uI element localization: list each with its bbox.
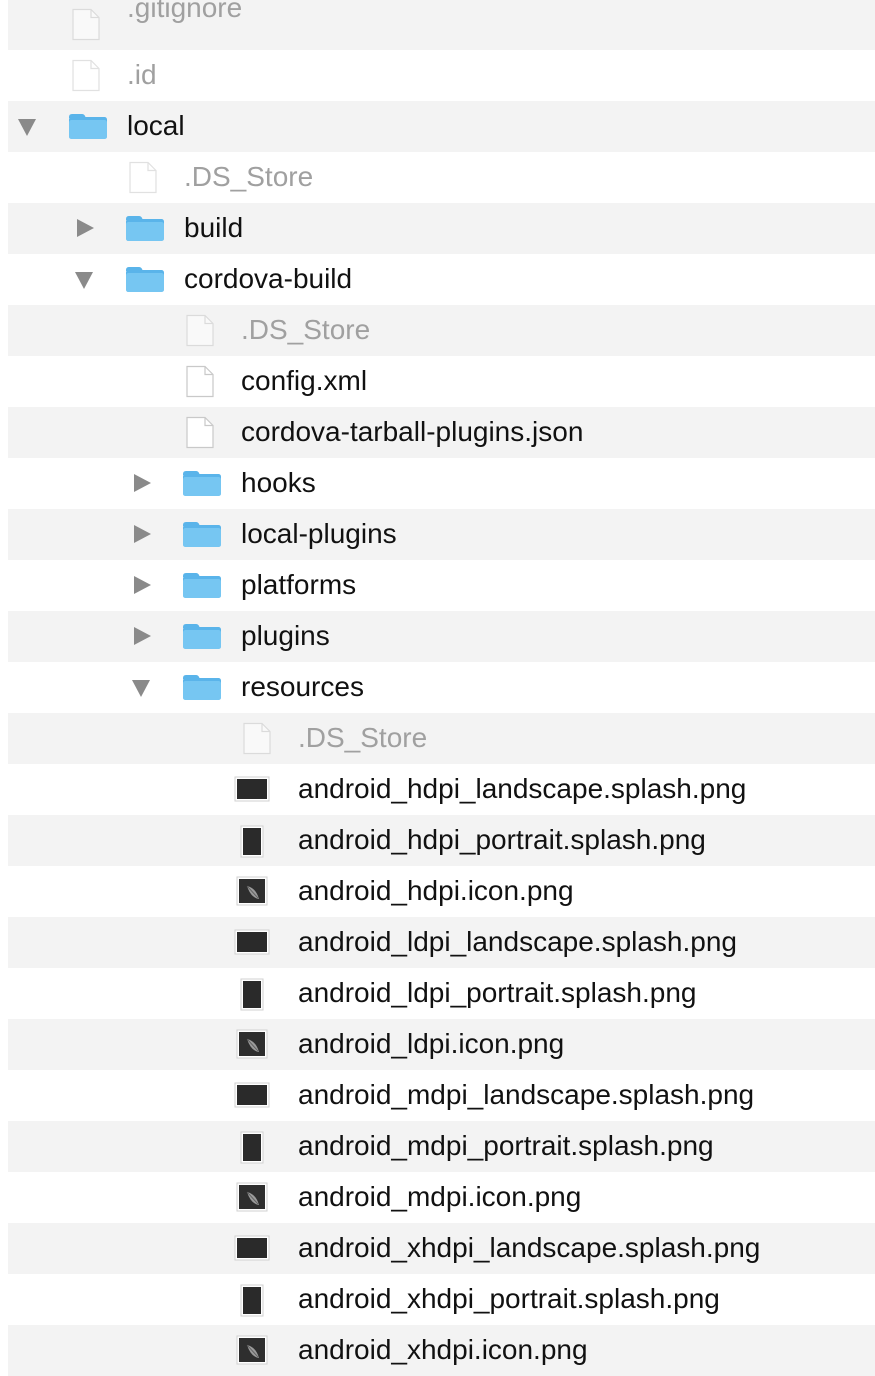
item-name-label: hooks	[241, 467, 316, 498]
image-thumbnail-icon	[234, 1335, 270, 1365]
document-icon	[185, 314, 215, 347]
file-row[interactable]: .DS_Store	[8, 152, 875, 203]
image-landscape-icon	[234, 1080, 270, 1110]
disclosure-collapsed-icon[interactable]	[77, 219, 94, 237]
item-name-label: platforms	[241, 569, 357, 600]
item-name-label: android_hdpi_landscape.splash.png	[298, 773, 747, 804]
document-icon	[71, 8, 101, 41]
document-icon	[242, 722, 272, 755]
item-name-label: .id	[127, 59, 157, 90]
disclosure-collapsed-icon[interactable]	[134, 576, 151, 594]
item-name-label: android_xhdpi_portrait.splash.png	[298, 1283, 720, 1314]
folder-icon	[182, 520, 222, 548]
file-row[interactable]: .DS_Store	[8, 305, 875, 356]
item-name-label: .DS_Store	[241, 314, 371, 345]
image-landscape-icon	[234, 774, 270, 804]
image-thumbnail-icon	[234, 1182, 270, 1212]
item-name-label: android_mdpi_landscape.splash.png	[298, 1079, 755, 1110]
file-row[interactable]: cordova-tarball-plugins.json	[8, 407, 875, 458]
folder-icon	[125, 214, 165, 242]
item-name-label: config.xml	[241, 365, 368, 396]
folder-row[interactable]: plugins	[8, 611, 875, 662]
image-landscape-icon	[234, 927, 270, 957]
document-icon	[185, 365, 215, 398]
image-thumbnail-icon	[234, 876, 270, 906]
file-row[interactable]: android_mdpi_landscape.splash.png	[8, 1070, 875, 1121]
item-name-label: local-plugins	[241, 518, 397, 549]
item-name-label: .DS_Store	[184, 161, 314, 192]
image-thumbnail-icon	[234, 1029, 270, 1059]
document-icon	[185, 416, 215, 449]
file-row[interactable]: android_mdpi_portrait.splash.png	[8, 1121, 875, 1172]
disclosure-expanded-icon[interactable]	[18, 119, 36, 136]
file-row[interactable]: config.xml	[8, 356, 875, 407]
item-name-label: resources	[241, 671, 364, 702]
item-name-label: build	[184, 212, 244, 243]
item-name-label: android_xhdpi_landscape.splash.png	[298, 1232, 761, 1263]
file-row[interactable]: android_mdpi.icon.png	[8, 1172, 875, 1223]
item-name-label: cordova-tarball-plugins.json	[241, 416, 584, 447]
file-row[interactable]: android_xhdpi_portrait.splash.png	[8, 1274, 875, 1325]
image-portrait-icon	[234, 825, 270, 858]
item-name-label: plugins	[241, 620, 330, 651]
image-portrait-icon	[234, 1131, 270, 1164]
disclosure-collapsed-icon[interactable]	[134, 474, 151, 492]
file-row[interactable]: android_xhdpi.icon.png	[8, 1325, 875, 1376]
folder-icon	[125, 265, 165, 293]
item-name-label: android_hdpi.icon.png	[298, 875, 574, 906]
document-icon	[71, 59, 101, 92]
folder-row[interactable]: build	[8, 203, 875, 254]
item-name-label: .DS_Store	[298, 722, 428, 753]
image-portrait-icon	[234, 978, 270, 1011]
folder-icon	[182, 673, 222, 701]
image-landscape-icon	[234, 1233, 270, 1263]
item-name-label: cordova-build	[184, 263, 353, 294]
folder-row[interactable]: local	[8, 101, 875, 152]
item-name-label: android_mdpi_portrait.splash.png	[298, 1130, 714, 1161]
folder-row[interactable]: local-plugins	[8, 509, 875, 560]
folder-icon	[182, 571, 222, 599]
disclosure-collapsed-icon[interactable]	[134, 525, 151, 543]
item-name-label: android_xhdpi.icon.png	[298, 1334, 588, 1365]
file-row[interactable]: android_ldpi.icon.png	[8, 1019, 875, 1070]
file-row[interactable]: android_ldpi_portrait.splash.png	[8, 968, 875, 1019]
folder-row[interactable]: resources	[8, 662, 875, 713]
disclosure-expanded-icon[interactable]	[75, 272, 93, 289]
folder-icon	[182, 622, 222, 650]
item-name-label: android_ldpi_portrait.splash.png	[298, 977, 697, 1008]
item-name-label: android_hdpi_portrait.splash.png	[298, 824, 706, 855]
item-name-label: .gitignore	[127, 0, 243, 23]
item-name-label: android_ldpi_landscape.splash.png	[298, 926, 738, 957]
file-row[interactable]: android_hdpi_portrait.splash.png	[8, 815, 875, 866]
file-row[interactable]: android_hdpi_landscape.splash.png	[8, 764, 875, 815]
item-name-label: android_ldpi.icon.png	[298, 1028, 565, 1059]
file-row[interactable]: .gitignore	[8, 0, 875, 50]
folder-row[interactable]: cordova-build	[8, 254, 875, 305]
folder-icon	[68, 112, 108, 140]
file-row[interactable]: android_xhdpi_landscape.splash.png	[8, 1223, 875, 1274]
folder-row[interactable]: platforms	[8, 560, 875, 611]
image-portrait-icon	[234, 1284, 270, 1317]
item-name-label: android_mdpi.icon.png	[298, 1181, 582, 1212]
file-row[interactable]: android_hdpi.icon.png	[8, 866, 875, 917]
document-icon	[128, 161, 158, 194]
file-tree[interactable]: .gitignore .id local .DS_Store build cor…	[8, 0, 875, 1376]
disclosure-expanded-icon[interactable]	[132, 680, 150, 697]
disclosure-collapsed-icon[interactable]	[134, 627, 151, 645]
file-row[interactable]: .id	[8, 50, 875, 101]
file-row[interactable]: android_ldpi_landscape.splash.png	[8, 917, 875, 968]
folder-row[interactable]: hooks	[8, 458, 875, 509]
file-row[interactable]: .DS_Store	[8, 713, 875, 764]
item-name-label: local	[127, 110, 185, 141]
folder-icon	[182, 469, 222, 497]
